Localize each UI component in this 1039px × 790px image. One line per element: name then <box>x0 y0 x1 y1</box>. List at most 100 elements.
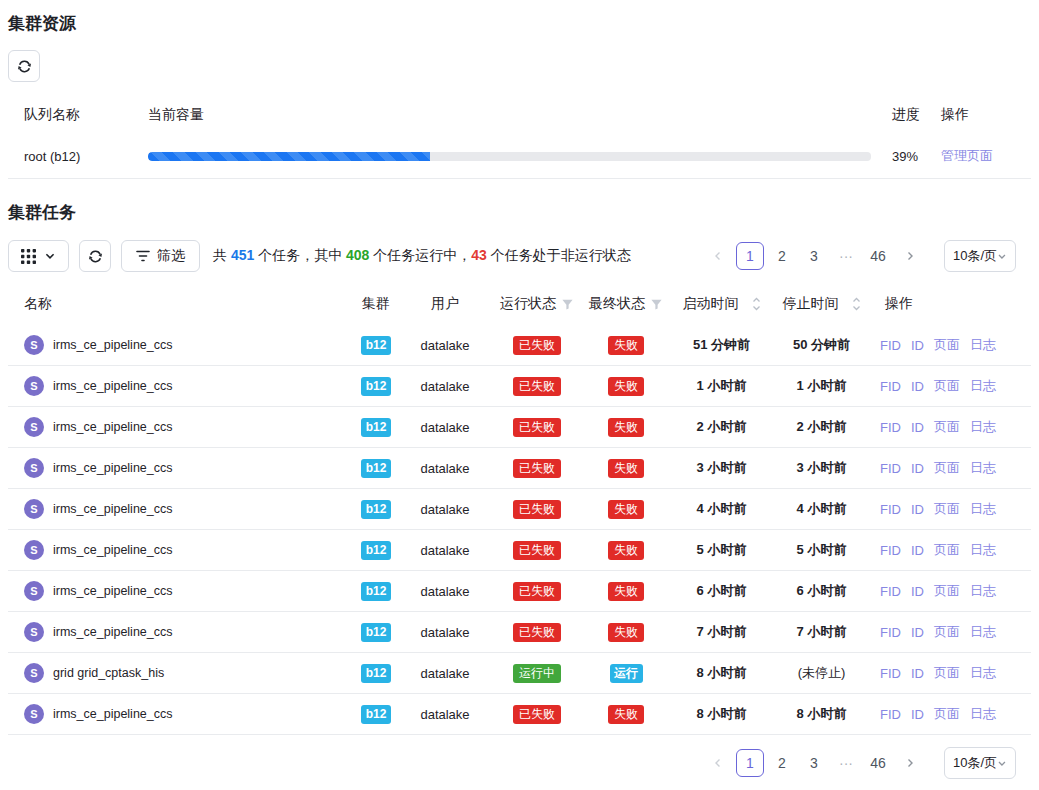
action-link-log[interactable]: 日志 <box>970 582 996 600</box>
task-name: irms_ce_pipeline_ccs <box>53 461 173 475</box>
action-link-log[interactable]: 日志 <box>970 459 996 477</box>
row-actions: FID ID 页面日志 <box>868 664 1031 682</box>
action-link-fid[interactable]: FID <box>880 666 901 681</box>
pagination-page-46[interactable]: 46 <box>864 242 892 270</box>
col-header-run-status[interactable]: 运行状态 <box>490 295 584 313</box>
layout-dropdown-button[interactable] <box>8 240 69 272</box>
grid-icon <box>21 249 36 264</box>
chevron-down-icon <box>997 758 1007 769</box>
col-header-queue-name: 队列名称 <box>8 106 148 124</box>
action-link-page[interactable]: 页面 <box>934 582 960 600</box>
pagination-page-1[interactable]: 1 <box>736 242 764 270</box>
manage-page-link[interactable]: 管理页面 <box>941 148 993 163</box>
pagination-ellipsis[interactable]: ··· <box>832 749 860 777</box>
task-user: datalake <box>400 338 490 353</box>
chevron-left-icon <box>712 757 724 769</box>
pagination-next[interactable] <box>896 749 924 777</box>
pagination-page-3[interactable]: 3 <box>800 242 828 270</box>
pagination-prev[interactable] <box>704 242 732 270</box>
action-link-log[interactable]: 日志 <box>970 377 996 395</box>
action-link-id[interactable]: ID <box>911 379 924 394</box>
pagination-prev[interactable] <box>704 749 732 777</box>
cluster-badge: b12 <box>361 582 391 601</box>
action-link-id[interactable]: ID <box>911 502 924 517</box>
action-link-log[interactable]: 日志 <box>970 623 996 641</box>
action-link-fid[interactable]: FID <box>880 338 901 353</box>
action-link-fid[interactable]: FID <box>880 502 901 517</box>
task-row: Sirms_ce_pipeline_ccs b12 datalake 已失败 失… <box>8 489 1031 530</box>
action-link-page[interactable]: 页面 <box>934 459 960 477</box>
tasks-summary: 共 451 个任务，其中 408 个任务运行中，43 个任务处于非运行状态 <box>213 247 631 265</box>
page-size-value: 10条/页 <box>953 247 997 265</box>
col-header-stop-time[interactable]: 停止时间 <box>775 295 868 313</box>
action-link-id[interactable]: ID <box>911 543 924 558</box>
pagination-page-3[interactable]: 3 <box>800 749 828 777</box>
col-header-name: 名称 <box>8 295 352 313</box>
task-user: datalake <box>400 625 490 640</box>
task-row: Sirms_ce_pipeline_ccs b12 datalake 已失败 失… <box>8 571 1031 612</box>
task-user: datalake <box>400 707 490 722</box>
stop-time: 1 小时前 <box>775 377 868 395</box>
refresh-resources-button[interactable] <box>8 50 40 82</box>
action-link-fid[interactable]: FID <box>880 461 901 476</box>
chevron-down-icon <box>44 250 56 262</box>
action-link-fid[interactable]: FID <box>880 584 901 599</box>
action-link-page[interactable]: 页面 <box>934 500 960 518</box>
page-size-select[interactable]: 10条/页 <box>944 747 1016 779</box>
action-link-id[interactable]: ID <box>911 420 924 435</box>
stop-time: 8 小时前 <box>775 705 868 723</box>
summary-count: 451 <box>231 247 254 263</box>
action-link-id[interactable]: ID <box>911 584 924 599</box>
refresh-tasks-button[interactable] <box>79 240 111 272</box>
action-link-page[interactable]: 页面 <box>934 377 960 395</box>
filter-button[interactable]: 筛选 <box>121 240 200 272</box>
action-link-fid[interactable]: FID <box>880 420 901 435</box>
action-link-id[interactable]: ID <box>911 461 924 476</box>
action-link-log[interactable]: 日志 <box>970 500 996 518</box>
action-link-id[interactable]: ID <box>911 338 924 353</box>
action-link-id[interactable]: ID <box>911 707 924 722</box>
action-link-page[interactable]: 页面 <box>934 418 960 436</box>
final-status-badge: 失败 <box>608 582 644 601</box>
task-user: datalake <box>400 461 490 476</box>
action-link-fid[interactable]: FID <box>880 379 901 394</box>
section-title-cluster-resources: 集群资源 <box>8 14 1031 33</box>
queue-name: root (b12) <box>8 149 148 164</box>
action-link-page[interactable]: 页面 <box>934 664 960 682</box>
filter-funnel-icon[interactable] <box>650 298 663 311</box>
col-header-start-time[interactable]: 启动时间 <box>668 295 775 313</box>
pagination-page-46[interactable]: 46 <box>864 749 892 777</box>
action-link-fid[interactable]: FID <box>880 625 901 640</box>
action-link-log[interactable]: 日志 <box>970 664 996 682</box>
sort-icon[interactable] <box>852 297 861 311</box>
col-header-final-status[interactable]: 最终状态 <box>584 295 668 313</box>
action-link-page[interactable]: 页面 <box>934 623 960 641</box>
action-link-fid[interactable]: FID <box>880 543 901 558</box>
action-link-log[interactable]: 日志 <box>970 705 996 723</box>
action-link-log[interactable]: 日志 <box>970 336 996 354</box>
task-name: irms_ce_pipeline_ccs <box>53 502 173 516</box>
action-link-page[interactable]: 页面 <box>934 541 960 559</box>
action-link-page[interactable]: 页面 <box>934 336 960 354</box>
pagination-page-2[interactable]: 2 <box>768 749 796 777</box>
pagination-ellipsis[interactable]: ··· <box>832 242 860 270</box>
sort-icon[interactable] <box>752 297 761 311</box>
action-link-log[interactable]: 日志 <box>970 541 996 559</box>
spark-task-icon: S <box>24 335 44 355</box>
run-status-badge: 运行中 <box>513 664 561 683</box>
summary-text: 个任务处于非运行状态 <box>487 247 631 263</box>
action-link-id[interactable]: ID <box>911 625 924 640</box>
task-user: datalake <box>400 502 490 517</box>
page-size-select[interactable]: 10条/页 <box>944 240 1016 272</box>
start-time: 7 小时前 <box>668 623 775 641</box>
row-actions: FID ID 页面日志 <box>868 336 1031 354</box>
pagination-page-2[interactable]: 2 <box>768 242 796 270</box>
pagination-next[interactable] <box>896 242 924 270</box>
filter-funnel-icon[interactable] <box>561 298 574 311</box>
pagination-page-1[interactable]: 1 <box>736 749 764 777</box>
action-link-log[interactable]: 日志 <box>970 418 996 436</box>
action-link-fid[interactable]: FID <box>880 707 901 722</box>
summary-count: 408 <box>346 247 369 263</box>
action-link-page[interactable]: 页面 <box>934 705 960 723</box>
action-link-id[interactable]: ID <box>911 666 924 681</box>
